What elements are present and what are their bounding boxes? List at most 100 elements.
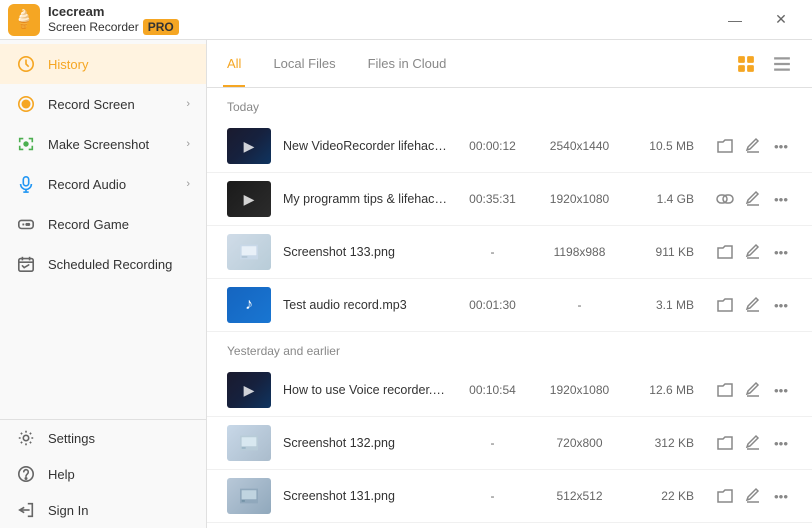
open-folder-button[interactable] [714, 135, 736, 157]
file-size: 22 KB [634, 489, 694, 503]
open-folder-button[interactable] [714, 485, 736, 507]
table-row[interactable]: ♪ Test audio record.mp3 00:01:30 - 3.1 M… [207, 279, 812, 332]
file-thumbnail: ♪ [227, 287, 271, 323]
link-button[interactable] [714, 188, 736, 210]
edit-button[interactable] [742, 241, 764, 263]
chevron-right-icon2: › [186, 138, 190, 150]
sidebar-item-record-game[interactable]: Record Game [0, 204, 206, 244]
file-thumbnail [227, 425, 271, 461]
screenshot-icon [16, 134, 36, 154]
play-icon: ▶ [244, 191, 255, 208]
open-folder-button[interactable] [714, 241, 736, 263]
sidebar-item-signin[interactable]: Sign In [0, 492, 206, 528]
open-folder-button[interactable] [714, 379, 736, 401]
table-row[interactable]: ▶ New VideoRecorder lifehacks.mp4 00:00:… [207, 120, 812, 173]
more-options-button[interactable]: ••• [770, 294, 792, 316]
more-options-button[interactable]: ••• [770, 432, 792, 454]
sidebar-item-history[interactable]: History [0, 44, 206, 84]
file-name: How to use Voice recorder.mp4 [283, 383, 448, 397]
file-thumbnail [227, 478, 271, 514]
edit-button[interactable] [742, 188, 764, 210]
edit-button[interactable] [742, 135, 764, 157]
table-row[interactable]: ▶ How to use Voice recorder.mp4 00:10:54… [207, 364, 812, 417]
app-branding: 🍦 Icecream Screen Recorder PRO [8, 4, 179, 36]
sidebar-item-settings[interactable]: Settings [0, 420, 206, 456]
file-duration: 00:10:54 [460, 383, 525, 397]
sidebar-item-record-screen[interactable]: Record Screen › [0, 84, 206, 124]
app-title-line2: Screen Recorder [48, 20, 139, 34]
file-name: Screenshot 132.png [283, 436, 448, 450]
edit-button[interactable] [742, 485, 764, 507]
tab-files-in-cloud[interactable]: Files in Cloud [364, 42, 451, 87]
more-options-button[interactable]: ••• [770, 241, 792, 263]
file-resolution: 1920x1080 [537, 383, 622, 397]
edit-button[interactable] [742, 379, 764, 401]
tab-local-files[interactable]: Local Files [269, 42, 339, 87]
file-size: 911 KB [634, 245, 694, 259]
file-resolution: 720x800 [537, 436, 622, 450]
more-options-button[interactable]: ••• [770, 135, 792, 157]
app-logo: 🍦 [8, 4, 40, 36]
record-screen-icon [16, 94, 36, 114]
file-resolution: 1920x1080 [537, 192, 622, 206]
close-button[interactable]: ✕ [758, 4, 804, 36]
file-thumbnail: ▶ [227, 181, 271, 217]
file-name: Test audio record.mp3 [283, 298, 448, 312]
file-size: 10.5 MB [634, 139, 694, 153]
file-name: Screenshot 131.png [283, 489, 448, 503]
open-folder-button[interactable] [714, 432, 736, 454]
file-resolution: 2540x1440 [537, 139, 622, 153]
sidebar-item-scheduled[interactable]: Scheduled Recording [0, 244, 206, 284]
scheduled-icon [16, 254, 36, 274]
file-thumbnail: ▶ [227, 372, 271, 408]
file-size: 1.4 GB [634, 192, 694, 206]
file-actions: ••• [714, 241, 792, 263]
sidebar-label-game: Record Game [48, 217, 190, 232]
content-area: All Local Files Files in Cloud [207, 40, 812, 528]
more-options-button[interactable]: ••• [770, 485, 792, 507]
signin-icon [16, 500, 36, 520]
table-row[interactable]: Screenshot 133.png - 1198x988 911 KB [207, 226, 812, 279]
play-icon: ▶ [244, 138, 255, 155]
more-options-button[interactable]: ••• [770, 188, 792, 210]
open-folder-button[interactable] [714, 294, 736, 316]
grid-view-button[interactable] [732, 50, 760, 78]
list-view-button[interactable] [768, 50, 796, 78]
sidebar-item-record-audio[interactable]: Record Audio › [0, 164, 206, 204]
file-actions: ••• [714, 432, 792, 454]
file-duration: - [460, 436, 525, 450]
tab-bar: All Local Files Files in Cloud [207, 40, 812, 88]
sidebar-item-help[interactable]: Help [0, 456, 206, 492]
sidebar-label-audio: Record Audio [48, 177, 174, 192]
file-actions: ••• [714, 188, 792, 210]
clock-icon [16, 54, 36, 74]
app-title-sub: Screen Recorder PRO [48, 19, 179, 35]
file-size: 312 KB [634, 436, 694, 450]
file-resolution: 1198x988 [537, 245, 622, 259]
tab-all[interactable]: All [223, 42, 245, 87]
table-row[interactable]: Screenshot 132.png - 720x800 312 KB [207, 417, 812, 470]
sidebar-item-make-screenshot[interactable]: Make Screenshot › [0, 124, 206, 164]
view-controls [732, 50, 796, 78]
main-layout: History Record Screen › [0, 40, 812, 528]
table-row[interactable]: Screenshot 131.png - 512x512 22 KB [207, 470, 812, 523]
music-note-icon: ♪ [245, 296, 253, 314]
file-name: My programm tips & lifehacks.mp4 [283, 192, 448, 206]
minimize-button[interactable]: — [712, 4, 758, 36]
section-header-yesterday: Yesterday and earlier [207, 332, 812, 364]
file-duration: 00:35:31 [460, 192, 525, 206]
edit-button[interactable] [742, 432, 764, 454]
app-title-block: Icecream Screen Recorder PRO [48, 4, 179, 36]
audio-icon [16, 174, 36, 194]
window-controls: — ✕ [712, 4, 804, 36]
chevron-right-icon: › [186, 98, 190, 110]
more-options-button[interactable]: ••• [770, 379, 792, 401]
sidebar-nav: History Record Screen › [0, 40, 206, 419]
file-name: Screenshot 133.png [283, 245, 448, 259]
play-icon: ▶ [244, 382, 255, 399]
file-actions: ••• [714, 485, 792, 507]
table-row[interactable]: ▶ My programm tips & lifehacks.mp4 00:35… [207, 173, 812, 226]
section-header-today: Today [207, 88, 812, 120]
chevron-right-icon3: › [186, 178, 190, 190]
edit-button[interactable] [742, 294, 764, 316]
